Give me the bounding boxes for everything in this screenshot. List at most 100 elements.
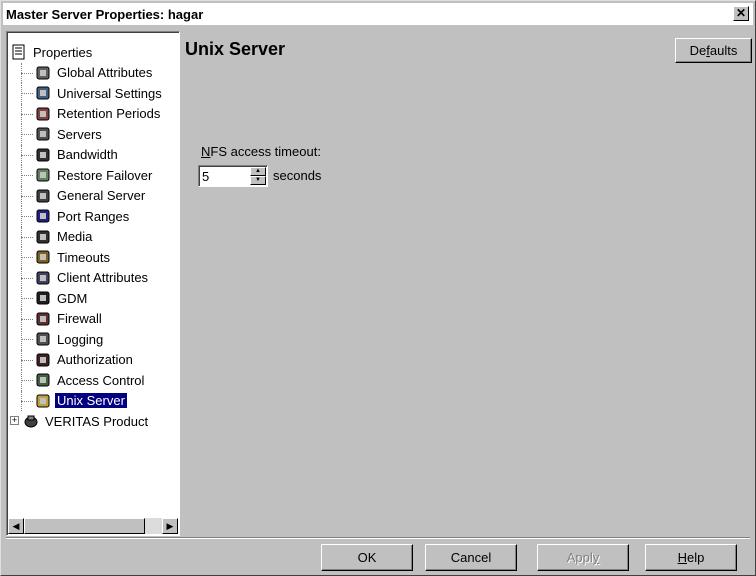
tree-item-label: Timeouts	[57, 249, 110, 265]
help-label-accel: H	[677, 550, 688, 565]
nfs-label-text: FS access timeout:	[210, 144, 321, 159]
tree-connector-branch	[21, 154, 33, 156]
tree-connector-branch	[21, 113, 33, 115]
tree-connector-branch	[21, 216, 33, 217]
tree-horizontal-scrollbar[interactable]: ◀ ▶	[8, 518, 178, 534]
tree-item-label: Authorization	[57, 352, 133, 368]
globe-icon	[35, 65, 51, 81]
scroll-right-icon[interactable]: ▶	[162, 518, 178, 534]
tree-item-label: Retention Periods	[57, 106, 161, 122]
tree-connector-branch	[21, 339, 33, 340]
spin-down-icon[interactable]: ▼	[250, 176, 266, 185]
tree-item[interactable]: Bandwidth	[7, 144, 179, 165]
gdm-icon	[35, 290, 51, 306]
tree-item[interactable]: Global Attributes	[7, 62, 179, 83]
tree-item[interactable]: Authorization	[7, 349, 179, 370]
properties-icon	[11, 44, 27, 60]
tree-item-label: Bandwidth	[57, 147, 118, 163]
properties-tree[interactable]: Properties Global Attributes Universal Se…	[6, 31, 180, 536]
tree-item[interactable]: Port Ranges	[7, 206, 179, 227]
tree-item[interactable]: Restore Failover	[7, 165, 179, 186]
authorization-icon	[35, 352, 51, 368]
access-control-icon	[35, 372, 51, 388]
defaults-label-pre: De	[689, 43, 707, 58]
tree-connector-branch	[21, 175, 33, 176]
server-icon	[35, 126, 51, 142]
defaults-label-post: aults	[709, 43, 738, 58]
scroll-thumb[interactable]	[24, 518, 145, 534]
seconds-label: seconds	[273, 168, 322, 183]
help-button[interactable]: Help	[645, 544, 737, 571]
clock-icon	[35, 249, 51, 265]
properties-window: Master Server Properties: hagar ✕ Proper…	[0, 0, 756, 576]
tree-item-label: Properties	[33, 44, 93, 60]
window-title: Master Server Properties: hagar	[6, 6, 204, 22]
network-icon	[35, 85, 51, 101]
tree-item-label: Universal Settings	[57, 85, 162, 101]
tree-item-label: Unix Server	[54, 392, 128, 410]
page-title: Unix Server	[185, 39, 286, 59]
help-label-text: elp	[687, 550, 705, 565]
tree-item-properties[interactable]: Properties	[7, 42, 179, 63]
tree-item-label: Servers	[57, 126, 102, 142]
tree-connector-branch	[21, 134, 33, 135]
nfs-timeout-input[interactable]	[202, 168, 242, 184]
logging-icon	[35, 331, 51, 347]
nfs-timeout-label: NFS access timeout:	[201, 144, 321, 159]
scroll-left-icon[interactable]: ◀	[8, 518, 24, 534]
tree-item[interactable]: Media	[7, 226, 179, 247]
tree-item[interactable]: General Server	[7, 185, 179, 206]
tree-item-veritas-product[interactable]: + VERITAS Product	[7, 411, 179, 432]
cancel-button[interactable]: Cancel	[425, 544, 517, 571]
nfs-timeout-spinner[interactable]: ▲ ▼	[198, 165, 268, 187]
apply-label-accel: y	[592, 550, 600, 565]
ok-button[interactable]: OK	[321, 544, 413, 571]
tree-connector-branch	[21, 72, 33, 74]
tree-item[interactable]: GDM	[7, 288, 179, 309]
tree-item-label: Firewall	[57, 311, 102, 327]
tree-connector-branch	[21, 380, 33, 381]
tree-connector-branch	[21, 93, 33, 94]
media-icon	[35, 229, 51, 245]
tree-item[interactable]: Unix Server	[7, 390, 179, 411]
general-server-icon	[35, 188, 51, 204]
bandwidth-icon	[35, 147, 51, 163]
tree-connector-branch	[21, 359, 33, 361]
expand-plus-icon[interactable]: +	[10, 416, 19, 425]
unix-server-icon	[35, 393, 51, 409]
calendar-icon	[35, 106, 51, 122]
apply-button[interactable]: Appl y	[537, 544, 629, 571]
tree-item-label: Restore Failover	[57, 167, 153, 183]
tree-item[interactable]: Servers	[7, 124, 179, 145]
tree-connector-branch	[21, 236, 33, 238]
tree-item-label: Client Attributes	[57, 270, 149, 286]
tree-list: Properties Global Attributes Universal Se…	[7, 42, 179, 432]
firewall-icon	[35, 311, 51, 327]
tree-item[interactable]: Timeouts	[7, 247, 179, 268]
tree-item[interactable]: Retention Periods	[7, 103, 179, 124]
spin-up-icon[interactable]: ▲	[250, 167, 266, 176]
button-divider	[6, 537, 750, 539]
tree-item[interactable]: Logging	[7, 329, 179, 350]
apply-label-pre: Appl	[566, 550, 593, 565]
close-button[interactable]: ✕	[733, 6, 749, 21]
tree-item[interactable]: Universal Settings	[7, 83, 179, 104]
tree-connector-branch	[21, 400, 33, 402]
tree-item[interactable]: Client Attributes	[7, 267, 179, 288]
port-icon	[35, 208, 51, 224]
tree-item[interactable]: Access Control	[7, 370, 179, 391]
tree-connector-branch	[21, 318, 33, 320]
title-bar[interactable]: Master Server Properties: hagar ✕	[3, 3, 753, 25]
defaults-button[interactable]: De f aults	[675, 38, 752, 63]
scroll-track[interactable]	[145, 518, 162, 534]
failover-icon	[35, 167, 51, 183]
tree-item-label: Port Ranges	[57, 208, 130, 224]
tree-item-label: Access Control	[57, 372, 145, 388]
tree-connector-branch	[21, 195, 33, 197]
tree-item-label: GDM	[57, 290, 88, 306]
tree-item[interactable]: Firewall	[7, 308, 179, 329]
veritas-product-icon	[23, 413, 39, 429]
tree-item-label: Global Attributes	[57, 65, 153, 81]
tree-item-label: VERITAS Product	[45, 413, 149, 429]
tree-connector-branch	[21, 257, 33, 258]
